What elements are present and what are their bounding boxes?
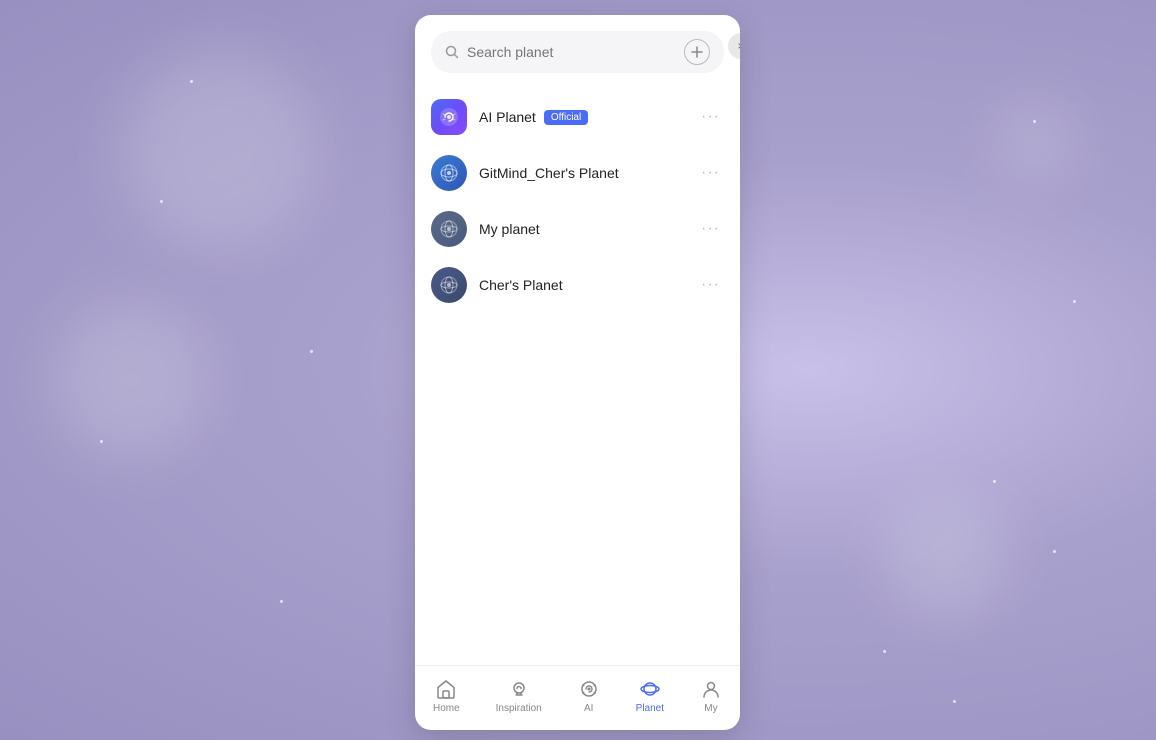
search-icon — [445, 45, 459, 59]
planet-name-gitmind: GitMind_Cher's Planet — [479, 165, 619, 181]
bg-blob-3 — [886, 500, 1006, 620]
nav-label-my: My — [704, 703, 717, 714]
planet-name-chers: Cher's Planet — [479, 277, 563, 293]
bottom-nav: Home Inspiration — [415, 665, 740, 730]
more-options-gitmind[interactable]: ··· — [697, 160, 724, 186]
planet-item-myplanet[interactable]: My planet ··· — [415, 201, 740, 257]
nav-item-inspiration[interactable]: Inspiration — [484, 674, 554, 718]
star — [1073, 300, 1076, 303]
my-icon — [700, 678, 722, 700]
search-input[interactable] — [467, 44, 672, 60]
panel-header — [415, 15, 740, 85]
planet-panel: × ▶ — [415, 15, 740, 730]
add-planet-button[interactable] — [684, 39, 710, 65]
star — [280, 600, 283, 603]
more-options-chers[interactable]: ··· — [697, 272, 724, 298]
star — [190, 80, 193, 83]
ai-icon — [578, 678, 600, 700]
nav-item-planet[interactable]: Planet — [624, 674, 676, 718]
bg-blob-1 — [120, 50, 320, 250]
nav-label-inspiration: Inspiration — [496, 703, 542, 714]
planet-item-chers[interactable]: Cher's Planet ··· — [415, 257, 740, 313]
star — [883, 650, 886, 653]
nav-label-planet: Planet — [636, 703, 664, 714]
star — [1033, 120, 1036, 123]
official-badge: Official — [544, 110, 588, 125]
star — [1053, 550, 1056, 553]
star — [310, 350, 313, 353]
star — [160, 200, 163, 203]
more-options-ai[interactable]: ··· — [697, 104, 724, 130]
planet-list: AI Planet Official ··· GitMind_Cher's Pl… — [415, 85, 740, 665]
star — [993, 480, 996, 483]
planet-item-gitmind[interactable]: GitMind_Cher's Planet ··· — [415, 145, 740, 201]
star — [100, 440, 103, 443]
nav-item-home[interactable]: Home — [421, 674, 472, 718]
planet-info-gitmind: GitMind_Cher's Planet — [479, 165, 685, 181]
planet-info-chers: Cher's Planet — [479, 277, 685, 293]
nav-label-home: Home — [433, 703, 460, 714]
inspiration-icon — [508, 678, 530, 700]
avatar-chers-planet — [431, 267, 467, 303]
planet-icon — [639, 678, 661, 700]
nav-label-ai: AI — [584, 703, 593, 714]
nav-item-my[interactable]: My — [688, 674, 734, 718]
planet-name-myplanet: My planet — [479, 221, 540, 237]
search-bar — [431, 31, 724, 73]
star — [953, 700, 956, 703]
more-options-myplanet[interactable]: ··· — [697, 216, 724, 242]
nav-item-ai[interactable]: AI — [566, 674, 612, 718]
planet-info-myplanet: My planet — [479, 221, 685, 237]
home-icon — [435, 678, 457, 700]
planet-item-ai[interactable]: AI Planet Official ··· — [415, 89, 740, 145]
avatar-ai-planet — [431, 99, 467, 135]
avatar-gitmind-planet — [431, 155, 467, 191]
avatar-my-planet — [431, 211, 467, 247]
planet-info-ai: AI Planet Official — [479, 109, 685, 125]
bg-blob-2 — [50, 300, 210, 460]
bg-blob-4 — [996, 100, 1076, 180]
planet-name-ai: AI Planet — [479, 109, 536, 125]
